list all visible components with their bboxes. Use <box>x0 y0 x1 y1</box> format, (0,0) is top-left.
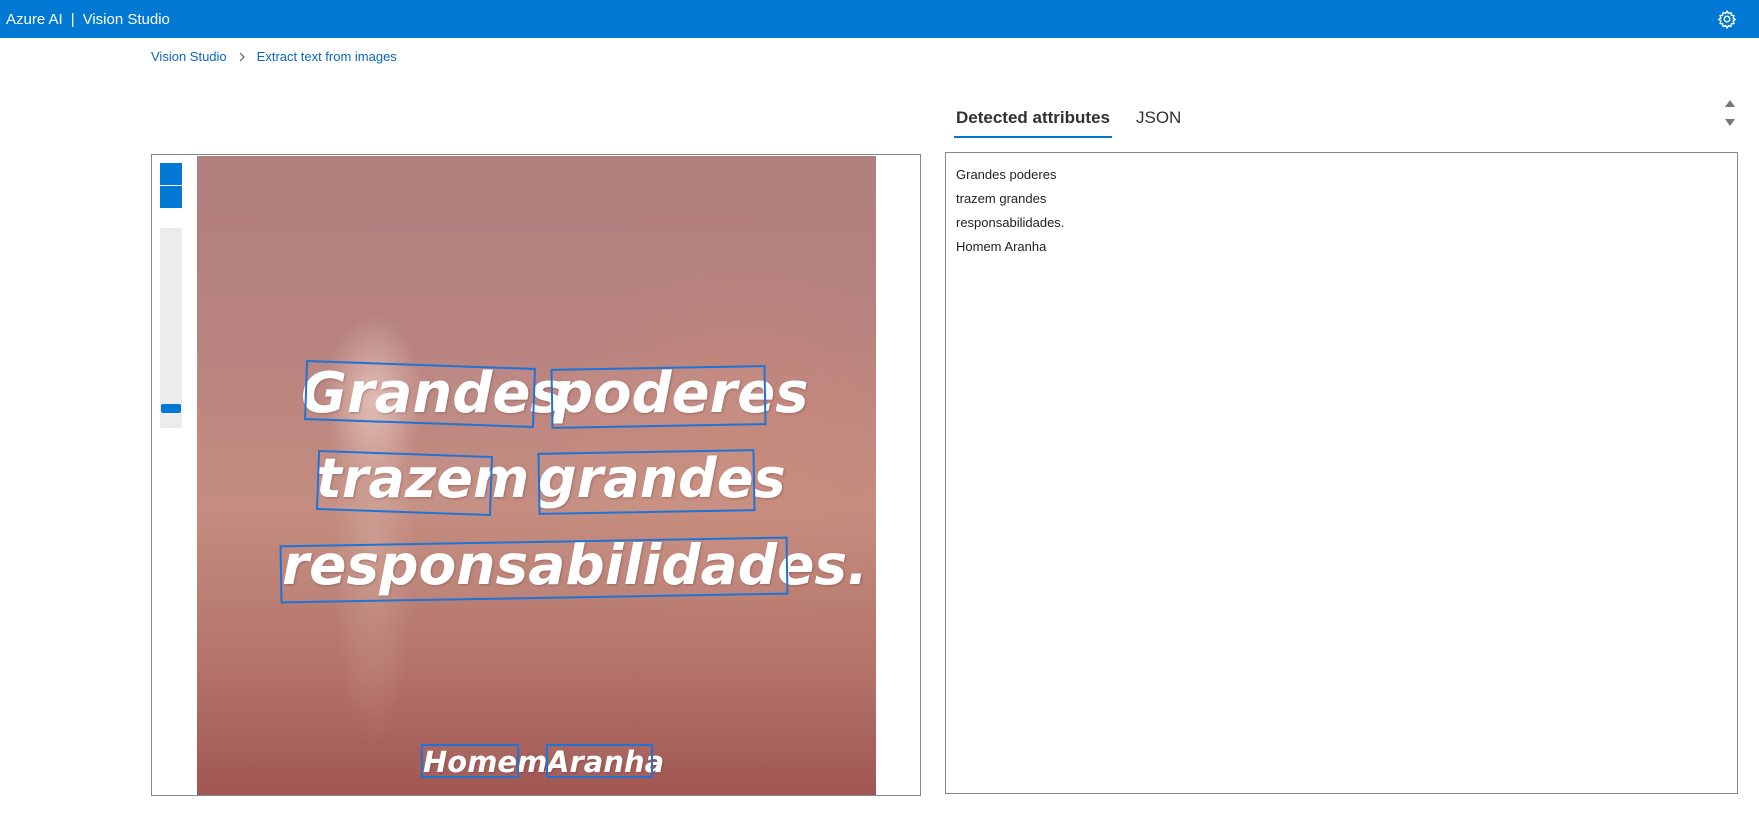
zoom-controls <box>160 163 182 209</box>
breadcrumb-extract-text[interactable]: Extract text from images <box>257 49 397 64</box>
word-bounding-box[interactable] <box>279 536 789 604</box>
word-bounding-box[interactable] <box>304 360 536 428</box>
result-tabs: Detected attributes JSON <box>954 104 1183 138</box>
word-bounding-box[interactable] <box>316 449 493 517</box>
detected-line: Grandes poderes <box>956 167 1057 182</box>
product-name: Vision Studio <box>82 10 170 28</box>
word-bounding-box[interactable] <box>546 744 653 778</box>
top-bar: Azure AI | Vision Studio <box>0 0 1759 38</box>
brand-separator: | <box>70 10 75 28</box>
image-viewer: Grandes poderes trazem grandes responsab… <box>151 154 921 796</box>
breadcrumb: Vision Studio Extract text from images <box>151 49 397 64</box>
zoom-slider-track[interactable] <box>160 228 182 428</box>
ocr-image: Grandes poderes trazem grandes responsab… <box>197 156 876 795</box>
chevron-right-icon <box>237 52 247 62</box>
word-bounding-box[interactable] <box>421 744 519 778</box>
scroll-up-icon[interactable] <box>1725 100 1735 107</box>
zoom-in-button[interactable] <box>160 163 182 185</box>
zoom-out-button[interactable] <box>160 186 182 208</box>
word-bounding-box[interactable] <box>550 365 767 429</box>
detected-line: Homem Aranha <box>956 239 1047 254</box>
app-title[interactable]: Azure AI | Vision Studio <box>0 11 170 28</box>
scroll-down-icon[interactable] <box>1725 119 1735 126</box>
detected-line: trazem grandes <box>956 191 1047 206</box>
tab-json[interactable]: JSON <box>1134 104 1183 138</box>
gear-icon[interactable] <box>1717 9 1737 30</box>
word-bounding-box[interactable] <box>537 449 756 515</box>
zoom-slider-thumb[interactable] <box>161 404 181 413</box>
breadcrumb-vision-studio[interactable]: Vision Studio <box>151 49 227 64</box>
scroll-controls <box>1723 100 1737 138</box>
brand-name: Azure AI <box>6 10 63 28</box>
tab-detected-attributes[interactable]: Detected attributes <box>954 104 1112 138</box>
detected-text-panel[interactable]: Grandes poderes trazem grandes responsab… <box>945 152 1738 794</box>
detected-line: responsabilidades. <box>956 215 1065 230</box>
